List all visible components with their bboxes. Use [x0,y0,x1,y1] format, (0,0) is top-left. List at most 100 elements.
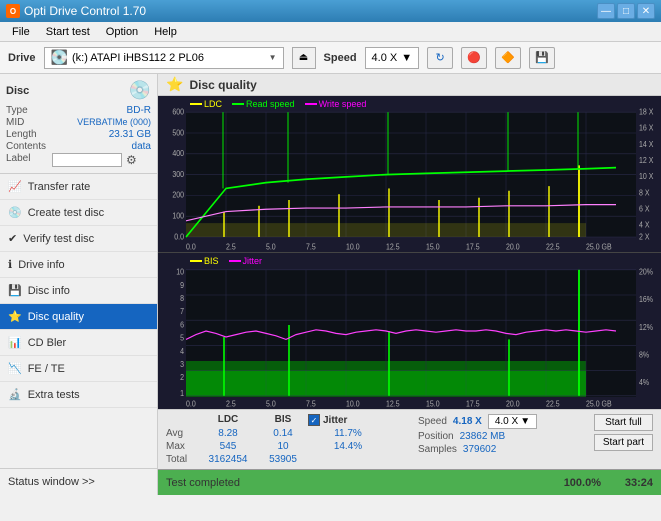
ldc-legend: LDC [190,99,222,109]
svg-text:7.5: 7.5 [306,399,316,409]
speed-label: Speed [324,52,357,64]
sidebar-item-create-test-disc[interactable]: 💿 Create test disc [0,200,157,226]
progress-bar: Test completed 100.0% 33:24 [158,469,661,495]
jitter-header: Jitter [323,415,347,426]
mid-label: MID [6,117,46,128]
svg-text:400: 400 [172,149,184,159]
jitter-legend-label: Jitter [243,256,263,266]
orange-icon-button[interactable]: 🔶 [495,47,521,69]
chart-top-legend: LDC Read speed Write speed [190,99,366,109]
drive-dropdown-arrow: ▼ [269,53,277,62]
sidebar-item-transfer-rate[interactable]: 📈 Transfer rate [0,174,157,200]
svg-text:500: 500 [172,128,184,138]
svg-text:6 X: 6 X [639,204,649,214]
status-section: Status window >> [0,468,157,495]
svg-text:5.0: 5.0 [266,399,276,409]
fe-te-icon: 📉 [8,362,22,375]
verify-test-disc-icon: ✔ [8,232,17,245]
start-full-button[interactable]: Start full [594,414,653,431]
speed-value: 4.0 X [372,52,398,64]
content-header: ⭐ Disc quality [158,74,661,96]
menu-option[interactable]: Option [98,24,146,40]
disc-info-label: Disc info [28,285,70,297]
bis-total: 53905 [258,454,308,465]
empty-header [166,414,198,426]
svg-text:4: 4 [180,346,185,356]
save-button[interactable]: 💾 [529,47,555,69]
refresh-button[interactable]: ↻ [427,47,453,69]
svg-text:2.5: 2.5 [226,242,236,252]
progress-time: 33:24 [625,477,653,489]
cd-bler-label: CD Bler [28,337,67,349]
app-icon: O [6,4,20,18]
bis-legend: BIS [190,256,219,266]
maximize-button[interactable]: □ [617,3,635,19]
svg-text:8: 8 [180,293,184,303]
sidebar-item-drive-info[interactable]: ℹ Drive info [0,252,157,278]
sidebar-item-disc-info[interactable]: 💾 Disc info [0,278,157,304]
menu-file[interactable]: File [4,24,38,40]
sidebar-item-fe-te[interactable]: 📉 FE / TE [0,356,157,382]
svg-text:20.0: 20.0 [506,399,520,409]
sidebar: Disc 💿 Type BD-R MID VERBATIMe (000) Len… [0,74,158,495]
speed-selector[interactable]: 4.0 X ▼ [365,47,420,69]
jitter-checkbox[interactable]: ✓ [308,414,320,426]
menu-help[interactable]: Help [146,24,185,40]
svg-text:600: 600 [172,107,184,117]
drive-selector[interactable]: 💽 (k:) ATAPI iHBS112 2 PL06 ▼ [44,47,284,69]
bis-avg: 0.14 [258,428,308,439]
avg-label: Avg [166,428,198,439]
svg-text:20%: 20% [639,267,653,277]
disc-header: Disc 💿 [6,80,151,101]
contents-value: data [52,141,151,152]
create-test-disc-label: Create test disc [28,207,104,219]
speed-dropdown[interactable]: 4.0 X ▼ [488,414,537,429]
svg-text:1: 1 [180,388,184,398]
length-value: 23.31 GB [52,129,151,140]
minimize-button[interactable]: — [597,3,615,19]
sidebar-item-cd-bler[interactable]: 📊 CD Bler [0,330,157,356]
settings-icon[interactable]: ⚙ [126,153,137,167]
svg-text:10.0: 10.0 [346,242,360,252]
type-label: Type [6,105,46,116]
speed-dropdown-arrow: ▼ [401,52,412,64]
read-speed-legend-color [232,103,244,105]
eject-button[interactable]: ⏏ [292,47,316,69]
chart-bottom-svg: 10 9 8 7 6 5 4 3 2 1 20% 16% 12% 8% 4% [158,253,661,409]
svg-text:100: 100 [172,211,184,221]
svg-text:18 X: 18 X [639,107,653,117]
jitter-max: 14.4% [308,441,388,452]
svg-text:7: 7 [180,307,184,317]
svg-text:10 X: 10 X [639,172,653,182]
sidebar-item-verify-test-disc[interactable]: ✔ Verify test disc [0,226,157,252]
svg-text:5: 5 [180,333,184,343]
sidebar-item-extra-tests[interactable]: 🔬 Extra tests [0,382,157,408]
svg-text:4%: 4% [639,377,649,387]
svg-text:25.0 GB: 25.0 GB [586,399,612,409]
checkmark-icon: ✓ [311,416,318,425]
status-window-button[interactable]: Status window >> [0,469,157,495]
drive-info-icon: ℹ [8,258,12,271]
svg-text:12.5: 12.5 [386,242,400,252]
position-row: Position 23862 MB [418,431,537,442]
content-area: ⭐ Disc quality LDC Read speed [158,74,661,495]
label-input[interactable] [52,153,122,167]
close-button[interactable]: ✕ [637,3,655,19]
content-title: Disc quality [189,78,256,92]
svg-text:15.0: 15.0 [426,242,440,252]
menu-start-test[interactable]: Start test [38,24,98,40]
svg-text:16 X: 16 X [639,123,653,133]
sidebar-item-disc-quality[interactable]: ⭐ Disc quality [0,304,157,330]
disc-title: Disc [6,85,29,97]
jitter-avg: 11.7% [308,428,388,439]
start-part-button[interactable]: Start part [594,434,653,451]
disc-quality-icon: ⭐ [8,310,22,323]
svg-text:14 X: 14 X [639,139,653,149]
red-icon-button[interactable]: 🔴 [461,47,487,69]
length-label: Length [6,129,46,140]
ldc-legend-color [190,103,202,105]
stats-total-row: Total 3162454 53905 [166,454,388,465]
ldc-avg: 8.28 [198,428,258,439]
position-value: 23862 MB [460,431,506,442]
svg-text:6: 6 [180,320,184,330]
